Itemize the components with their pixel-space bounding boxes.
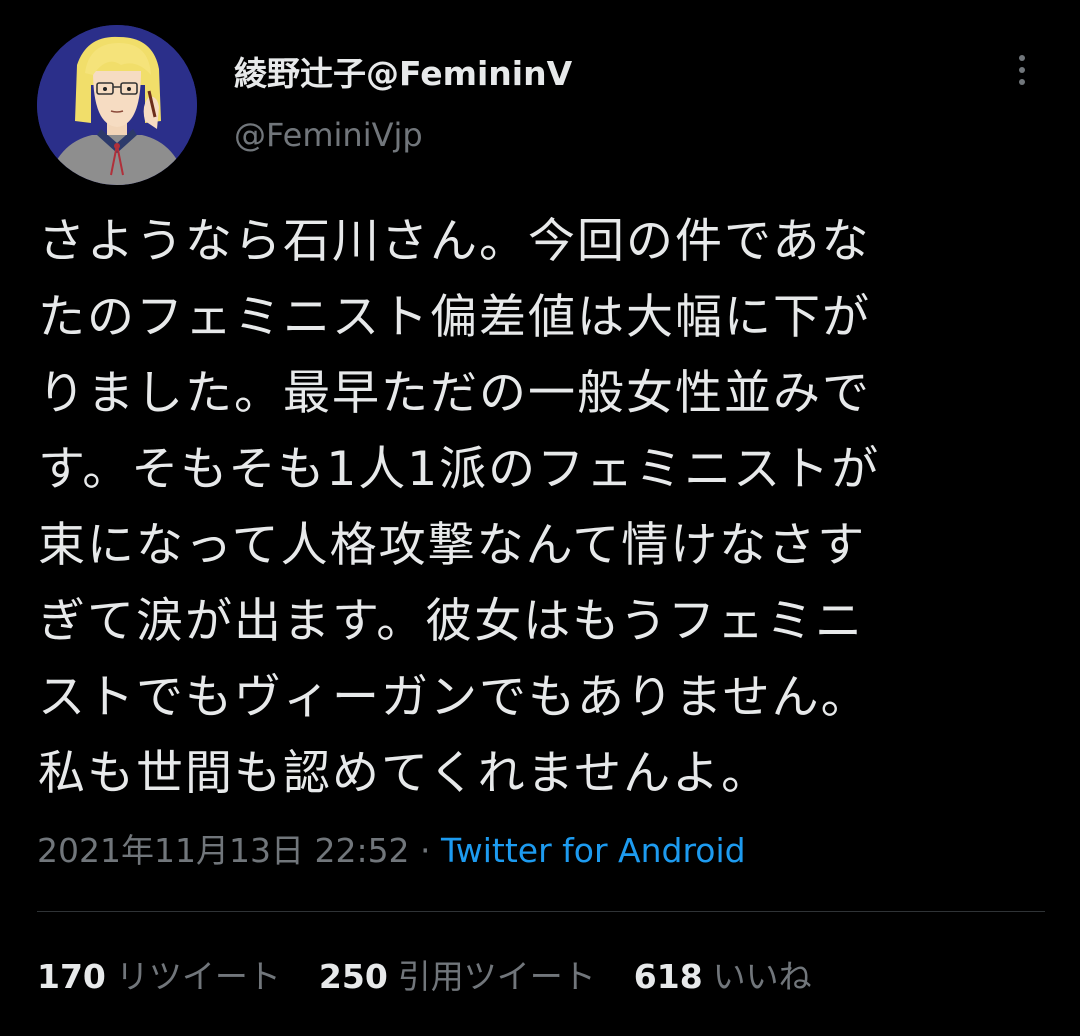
timestamp[interactable]: 2021年11月13日 22:52 [37, 831, 410, 870]
quote-tweets-stat[interactable]: 250 引用ツイート [319, 954, 596, 1000]
retweets-stat[interactable]: 170 リツイート [37, 954, 281, 1000]
retweets-label: リツイート [115, 957, 281, 996]
more-options-dot [1019, 79, 1025, 85]
more-options-dot [1019, 67, 1025, 73]
tweet-text-line: さようなら石川さん。今回の件であな [38, 214, 871, 269]
tweet-text-line: りました。最早ただの一般女性並みで [38, 366, 871, 421]
tweet-text: さようなら石川さん。今回の件であな たのフェミニスト偏差値は大幅に下が りました… [38, 204, 1048, 812]
likes-label: いいね [712, 957, 812, 996]
source-link[interactable]: Twitter for Android [441, 831, 746, 870]
likes-count: 618 [633, 957, 703, 996]
likes-stat[interactable]: 618 いいね [634, 954, 812, 1000]
quote-tweets-count: 250 [318, 957, 388, 996]
divider [37, 911, 1045, 912]
display-name[interactable]: 綾野辻子@FemininV [234, 52, 572, 96]
quote-tweets-label: 引用ツイート [397, 957, 596, 996]
tweet-text-line: す。そもそも1人1派のフェミニストが [38, 442, 881, 497]
tweet-text-line: 束になって人格攻撃なんて情けなさす [38, 518, 867, 573]
tweet-text-line: 私も世間も認めてくれませんよ。 [38, 746, 771, 801]
meta-separator: · [409, 831, 442, 870]
avatar[interactable] [37, 25, 197, 185]
tweet-text-line: ストでもヴィーガンでもありません。 [38, 670, 870, 725]
more-options-icon [1019, 55, 1025, 61]
tweet-text-line: たのフェミニスト偏差値は大幅に下が [38, 290, 871, 345]
more-options-button[interactable] [1004, 48, 1040, 92]
avatar-illustration-icon [37, 25, 197, 185]
tweet-meta: 2021年11月13日 22:52 · Twitter for Android [37, 828, 746, 874]
tweet-text-line: ぎて涙が出ます。彼女はもうフェミニ [38, 594, 864, 649]
user-handle[interactable]: @FeminiVjp [234, 113, 423, 157]
tweet-stats: 170 リツイート 250 引用ツイート 618 いいね [37, 954, 812, 1000]
retweets-count: 170 [37, 957, 106, 996]
